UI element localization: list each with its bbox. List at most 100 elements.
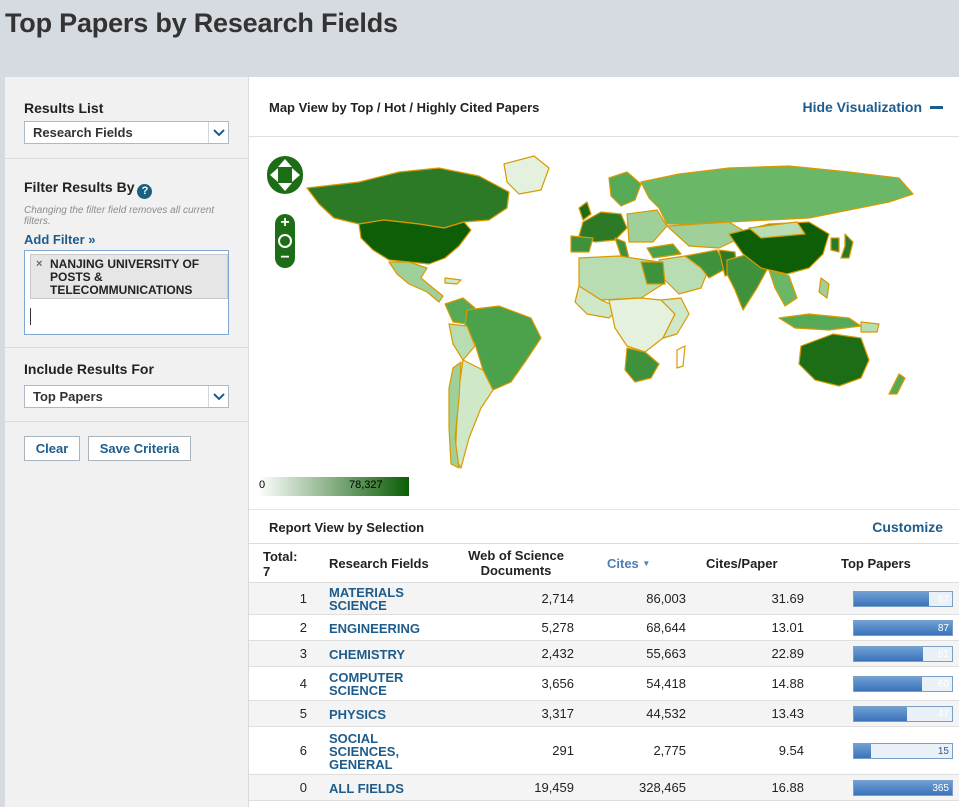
map-region-usa [358, 219, 472, 265]
bar-fill [854, 647, 923, 661]
bar-value: 61 [937, 649, 949, 660]
row-field-link[interactable]: CHEMISTRY [329, 648, 429, 661]
close-icon[interactable]: × [36, 258, 42, 270]
map-region-scandinavia [608, 171, 642, 207]
map-region-mexico [388, 261, 444, 303]
row-rank: 0 [299, 780, 307, 795]
customize-link[interactable]: Customize [872, 519, 943, 535]
map-region-japan [840, 233, 854, 259]
map-pan-control[interactable] [267, 156, 303, 194]
clear-button[interactable]: Clear [24, 436, 80, 461]
row-top-papers-bar[interactable]: 87 [853, 620, 953, 636]
row-field-link[interactable]: SOCIAL SCIENCES, GENERAL [329, 732, 429, 771]
sidebar: Results List Research Fields Filter Resu… [5, 77, 248, 807]
legend-min: 0 [259, 479, 266, 491]
row-top-papers-bar[interactable]: 365 [853, 780, 953, 796]
row-top-papers-bar[interactable]: 61 [853, 646, 953, 662]
row-cites-per-paper: 13.43 [771, 706, 804, 721]
row-field-link[interactable]: PHYSICS [329, 708, 429, 721]
row-field-link[interactable]: ALL FIELDS [329, 782, 429, 795]
table-row: 1 MATERIALS SCIENCE 2,714 86,003 31.69 67 [249, 583, 959, 615]
save-criteria-button[interactable]: Save Criteria [88, 436, 191, 461]
globe-icon[interactable] [278, 234, 292, 248]
table-row: 0 ALL FIELDS 19,459 328,465 16.88 365 [249, 775, 959, 801]
row-cites-per-paper: 22.89 [771, 646, 804, 661]
include-select[interactable]: Top Papers [24, 385, 229, 408]
header-cites-per-paper[interactable]: Cites/Paper [706, 556, 778, 571]
results-list-label: Results List [24, 100, 104, 116]
hide-visualization-link[interactable]: Hide Visualization [802, 99, 922, 115]
row-top-papers-bar[interactable]: 60 [853, 676, 953, 692]
row-rank: 5 [299, 706, 307, 721]
filter-chip: × NANJING UNIVERSITY OF POSTS & TELECOMM… [30, 254, 228, 299]
sort-desc-icon: ▼ [642, 559, 651, 568]
include-value: Top Papers [33, 389, 103, 404]
row-rank: 4 [299, 676, 307, 691]
chevron-down-icon [208, 386, 228, 407]
row-field-link[interactable]: ENGINEERING [329, 622, 429, 635]
filter-input-box[interactable]: × NANJING UNIVERSITY OF POSTS & TELECOMM… [24, 250, 229, 335]
results-list-select[interactable]: Research Fields [24, 121, 229, 144]
row-field-link[interactable]: MATERIALS SCIENCE [329, 586, 429, 612]
row-field-link[interactable]: COMPUTER SCIENCE [329, 671, 429, 697]
map-region-new-zealand [888, 373, 906, 395]
total-count: Total: 7 [263, 549, 298, 579]
info-icon[interactable]: ? [137, 184, 153, 199]
bar-fill [854, 707, 907, 721]
row-top-papers-bar[interactable]: 15 [853, 743, 953, 759]
row-cites: 44,532 [646, 706, 686, 721]
map-region-iberia [570, 235, 594, 253]
table-row: 4 COMPUTER SCIENCE 3,656 54,418 14.88 60 [249, 667, 959, 701]
map-region-korea [830, 237, 840, 253]
map-region-uk [578, 201, 592, 221]
row-documents: 291 [552, 743, 574, 758]
map-title: Map View by Top / Hot / Highly Cited Pap… [269, 100, 540, 115]
zoom-in-icon[interactable]: + [275, 214, 295, 232]
results-list-section: Results List Research Fields [5, 77, 248, 159]
row-top-papers-bar[interactable]: 67 [853, 591, 953, 607]
row-cites-per-paper: 9.54 [778, 743, 804, 758]
row-cites: 55,663 [646, 646, 686, 661]
header-research-fields: Research Fields [329, 556, 429, 571]
row-cites: 86,003 [646, 591, 686, 606]
results-table: Total: 7 Research Fields Web of Science … [249, 545, 959, 801]
legend-max: 78,327 [349, 479, 383, 491]
zoom-out-icon[interactable]: − [275, 250, 295, 268]
table-row: 5 PHYSICS 3,317 44,532 13.43 47 [249, 701, 959, 727]
world-map[interactable]: + − [249, 138, 959, 508]
page-title: Top Papers by Research Fields [5, 8, 398, 38]
include-section: Include Results For Top Papers [5, 348, 248, 422]
map-header: Map View by Top / Hot / Highly Cited Pap… [249, 77, 959, 137]
results-list-value: Research Fields [33, 125, 133, 140]
row-cites-per-paper: 14.88 [771, 676, 804, 691]
row-cites: 54,418 [646, 676, 686, 691]
row-documents: 2,714 [541, 591, 574, 606]
map-zoom-control[interactable]: + − [275, 214, 295, 268]
header-cites[interactable]: Cites ▼ [607, 556, 650, 571]
bar-value: 87 [937, 623, 949, 634]
main-panel: Map View by Top / Hot / Highly Cited Pap… [249, 77, 959, 807]
map-region-east-europe [626, 209, 668, 243]
map-region-madagascar [676, 345, 686, 369]
header-top-papers[interactable]: Top Papers [841, 556, 911, 571]
map-region-turkey [646, 243, 682, 259]
bar-value: 15 [937, 746, 949, 757]
add-filter-link[interactable]: Add Filter » [24, 232, 96, 247]
bar-value: 47 [937, 709, 949, 720]
minus-icon[interactable] [930, 106, 943, 109]
row-cites: 68,644 [646, 620, 686, 635]
row-rank: 1 [299, 591, 307, 606]
table-row: 2 ENGINEERING 5,278 68,644 13.01 87 [249, 615, 959, 641]
header-wos-documents[interactable]: Web of Science Documents [459, 548, 573, 578]
row-cites-per-paper: 13.01 [771, 620, 804, 635]
map-region-central-africa [608, 297, 676, 353]
row-cites: 2,775 [653, 743, 686, 758]
bar-value: 365 [932, 783, 949, 794]
map-region-canada [306, 167, 510, 229]
row-rank: 3 [299, 646, 307, 661]
row-documents: 19,459 [534, 780, 574, 795]
bar-fill [854, 677, 922, 691]
map-region-australia [798, 333, 870, 387]
row-top-papers-bar[interactable]: 47 [853, 706, 953, 722]
row-documents: 5,278 [541, 620, 574, 635]
